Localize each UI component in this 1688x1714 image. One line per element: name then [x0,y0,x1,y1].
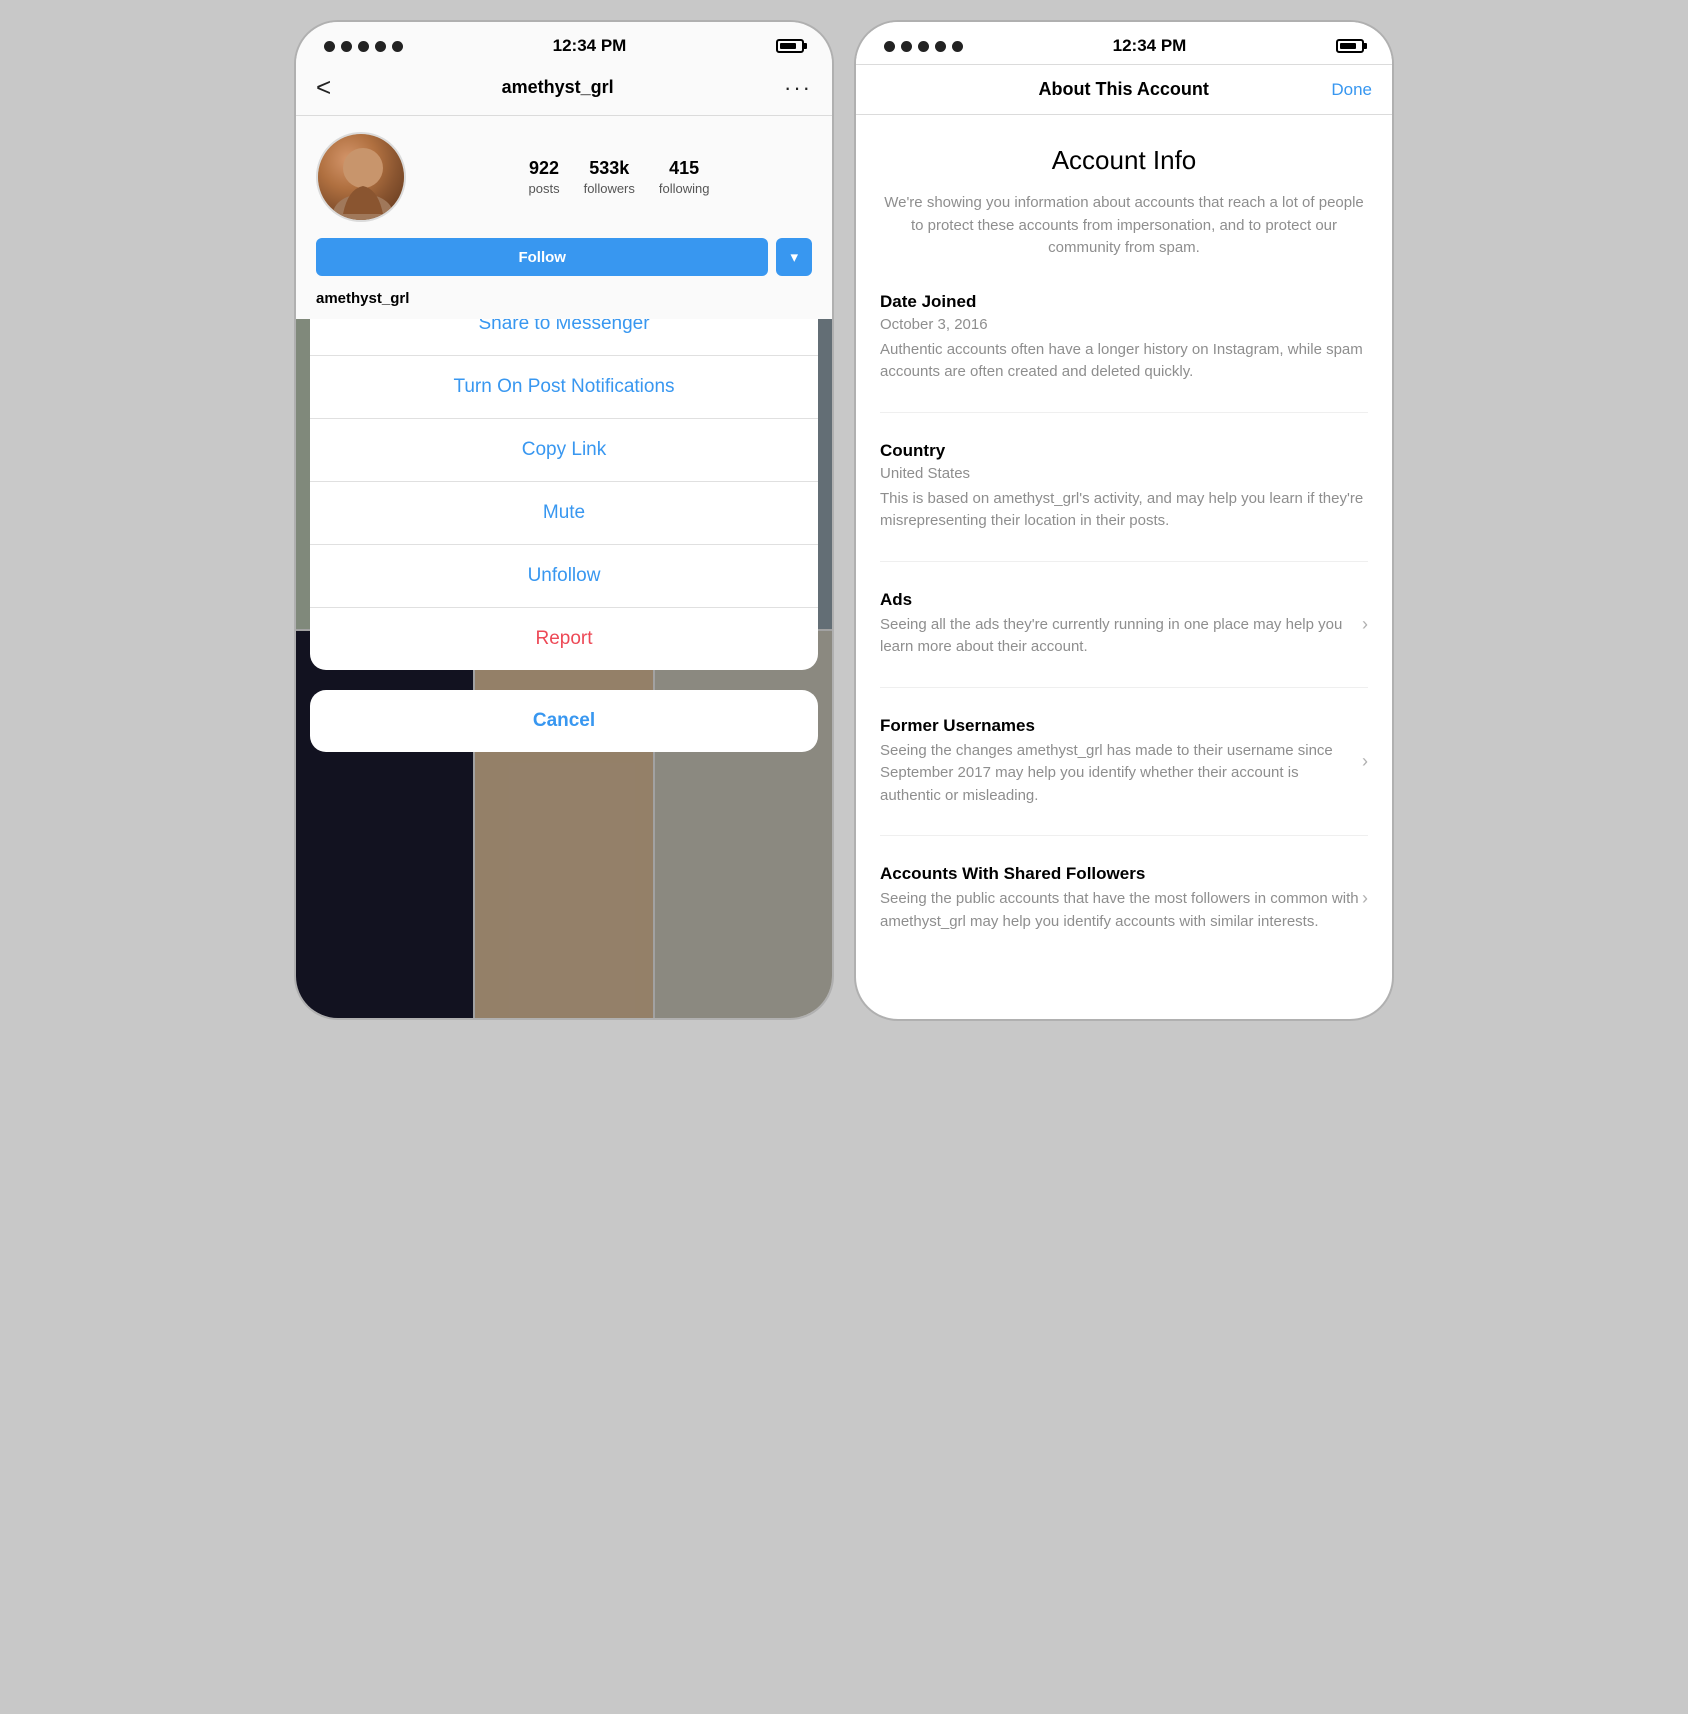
country-heading: Country [880,441,1368,461]
avatar [316,132,406,222]
about-nav-title: About This Account [1039,79,1209,100]
shared-followers-chevron-icon: › [1362,888,1368,909]
status-bar-right: 12:34 PM [856,22,1392,65]
battery-icon-right [1336,39,1364,53]
cancel-button[interactable]: Cancel [310,690,818,752]
date-joined-heading: Date Joined [880,292,1368,312]
done-button[interactable]: Done [1331,80,1372,100]
about-content: Account Info We're showing you informati… [856,115,1392,1019]
signal-dots-right [884,41,963,52]
stat-following-number: 415 [669,158,699,179]
rdot-1 [884,41,895,52]
account-info-title: Account Info [880,145,1368,176]
status-bar-left: 12:34 PM [296,22,832,64]
info-former-usernames[interactable]: Former Usernames Seeing the changes amet… [880,716,1368,837]
ads-row: Ads Seeing all the ads they're currently… [880,590,1368,659]
battery-left [776,39,804,53]
former-usernames-body: Seeing the changes amethyst_grl has made… [880,740,1362,808]
sheet-item-report[interactable]: Report [310,608,818,670]
stat-followers-label: followers [584,181,635,196]
info-date-joined: Date Joined October 3, 2016 Authentic ac… [880,292,1368,413]
follow-row: Follow ▾ [296,238,832,290]
left-phone: 12:34 PM < amethyst_grl ··· [294,20,834,1020]
dropdown-button[interactable]: ▾ [776,238,812,276]
stat-posts-label: posts [529,181,560,196]
rdot-4 [935,41,946,52]
back-button[interactable]: < [316,72,331,103]
stat-posts-number: 922 [529,158,559,179]
shared-followers-row: Accounts With Shared Followers Seeing th… [880,864,1368,933]
battery-right [1336,39,1364,53]
stat-following-label: following [659,181,710,196]
profile-name: amethyst_grl [296,290,832,319]
former-usernames-text: Former Usernames Seeing the changes amet… [880,716,1362,808]
ads-text: Ads Seeing all the ads they're currently… [880,590,1362,659]
shared-followers-body: Seeing the public accounts that have the… [880,888,1362,933]
info-ads[interactable]: Ads Seeing all the ads they're currently… [880,590,1368,688]
date-joined-value: October 3, 2016 [880,316,1368,333]
sheet-item-notifications[interactable]: Turn On Post Notifications [310,356,818,419]
former-usernames-row: Former Usernames Seeing the changes amet… [880,716,1368,808]
sheet-item-copy-link[interactable]: Copy Link [310,419,818,482]
nav-username: amethyst_grl [502,77,614,98]
battery-icon-left [776,39,804,53]
date-joined-body: Authentic accounts often have a longer h… [880,339,1368,384]
stat-posts: 922 posts [529,158,560,196]
ads-heading: Ads [880,590,1362,610]
more-button[interactable]: ··· [784,75,812,101]
time-right: 12:34 PM [1113,36,1187,56]
former-usernames-heading: Former Usernames [880,716,1362,736]
bottom-sheet: About This Account Share to Messenger Tu… [296,222,832,1018]
country-value: United States [880,465,1368,482]
battery-fill-right [1340,43,1356,49]
stat-followers-number: 533k [589,158,629,179]
dot-2 [341,41,352,52]
dot-1 [324,41,335,52]
battery-fill-left [780,43,796,49]
right-phone: 12:34 PM About This Account Done Account… [854,20,1394,1021]
follow-button[interactable]: Follow [316,238,768,276]
country-body: This is based on amethyst_grl's activity… [880,488,1368,533]
signal-dots [324,41,403,52]
sheet-cancel: Cancel [310,690,818,752]
sheet-item-unfollow[interactable]: Unfollow [310,545,818,608]
info-country: Country United States This is based on a… [880,441,1368,562]
avatar-svg [318,134,404,220]
shared-followers-heading: Accounts With Shared Followers [880,864,1362,884]
left-nav-bar: < amethyst_grl ··· [296,64,832,116]
sheet-item-mute[interactable]: Mute [310,482,818,545]
rdot-5 [952,41,963,52]
ads-chevron-icon: › [1362,614,1368,635]
dot-5 [392,41,403,52]
avatar-image [318,134,404,220]
account-info-desc: We're showing you information about acco… [880,192,1368,260]
dot-4 [375,41,386,52]
dot-3 [358,41,369,52]
former-usernames-chevron-icon: › [1362,751,1368,772]
rdot-3 [918,41,929,52]
profile-section: 922 posts 533k followers 415 following [296,116,832,238]
stats-row: 922 posts 533k followers 415 following [426,158,812,196]
time-left: 12:34 PM [553,36,627,56]
ads-body: Seeing all the ads they're currently run… [880,614,1362,659]
right-nav-bar: About This Account Done [856,65,1392,115]
stat-following: 415 following [659,158,710,196]
rdot-2 [901,41,912,52]
info-shared-followers[interactable]: Accounts With Shared Followers Seeing th… [880,864,1368,961]
shared-followers-text: Accounts With Shared Followers Seeing th… [880,864,1362,933]
stat-followers: 533k followers [584,158,635,196]
